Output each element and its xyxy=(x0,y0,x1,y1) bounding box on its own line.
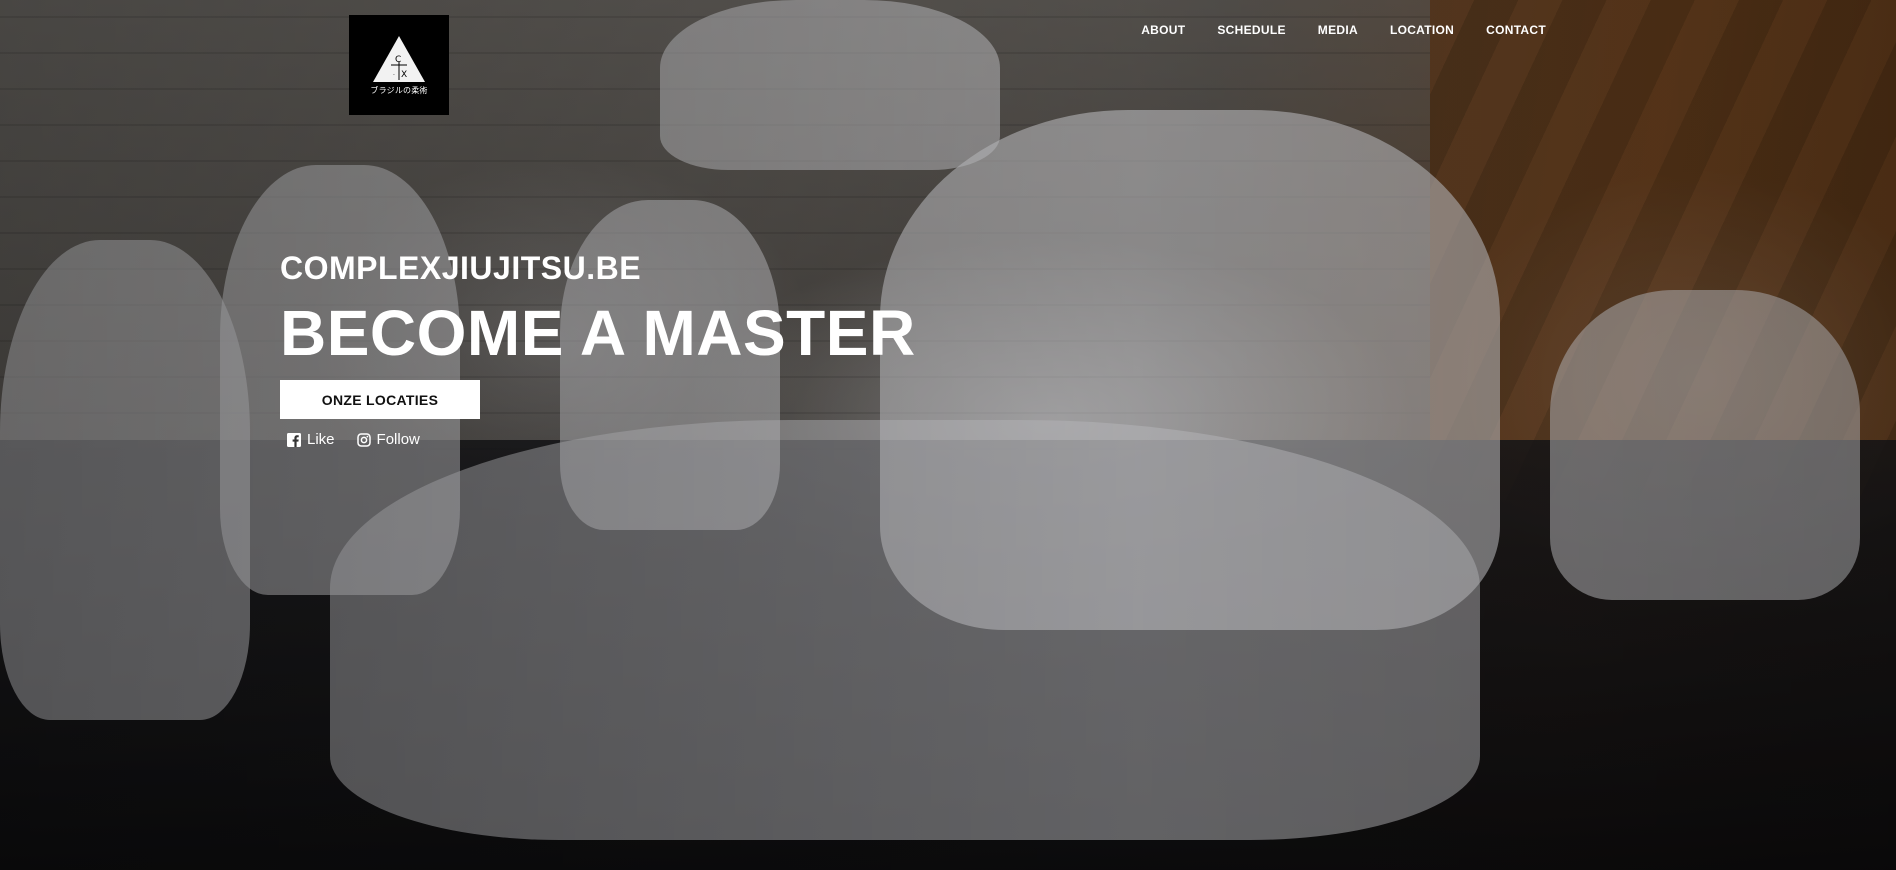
triangle-logo-icon: C X · xyxy=(373,36,425,82)
instagram-follow-link[interactable]: Follow xyxy=(356,431,420,448)
main-nav: ABOUT SCHEDULE MEDIA LOCATION CONTACT xyxy=(1141,23,1546,37)
facebook-like-label: Like xyxy=(307,431,335,448)
hero-headline: BECOME A MASTER xyxy=(280,297,916,369)
hero-site-name: COMPLEXJIUJITSU.BE xyxy=(280,250,642,286)
logo-dot: · xyxy=(393,72,395,79)
social-links: Like Follow xyxy=(287,431,420,448)
nav-item-schedule[interactable]: SCHEDULE xyxy=(1217,23,1285,37)
instagram-icon xyxy=(356,432,371,447)
site-logo[interactable]: C X · ブラジルの柔術 xyxy=(349,15,449,115)
background-dark-overlay xyxy=(0,0,1896,870)
facebook-like-link[interactable]: Like xyxy=(287,431,335,448)
nav-item-about[interactable]: ABOUT xyxy=(1141,23,1185,37)
hero-section: COMPLEXJIUJITSU.BE BECOME A MASTER xyxy=(280,250,916,365)
instagram-follow-label: Follow xyxy=(376,431,420,448)
logo-letter-bottom: X xyxy=(401,70,407,80)
logo-letter-top: C xyxy=(395,55,401,65)
logo-tagline: ブラジルの柔術 xyxy=(370,86,428,95)
onze-locaties-button[interactable]: ONZE LOCATIES xyxy=(280,380,480,419)
nav-item-media[interactable]: MEDIA xyxy=(1318,23,1358,37)
nav-item-location[interactable]: LOCATION xyxy=(1390,23,1454,37)
facebook-icon xyxy=(287,432,301,447)
nav-item-contact[interactable]: CONTACT xyxy=(1486,23,1546,37)
